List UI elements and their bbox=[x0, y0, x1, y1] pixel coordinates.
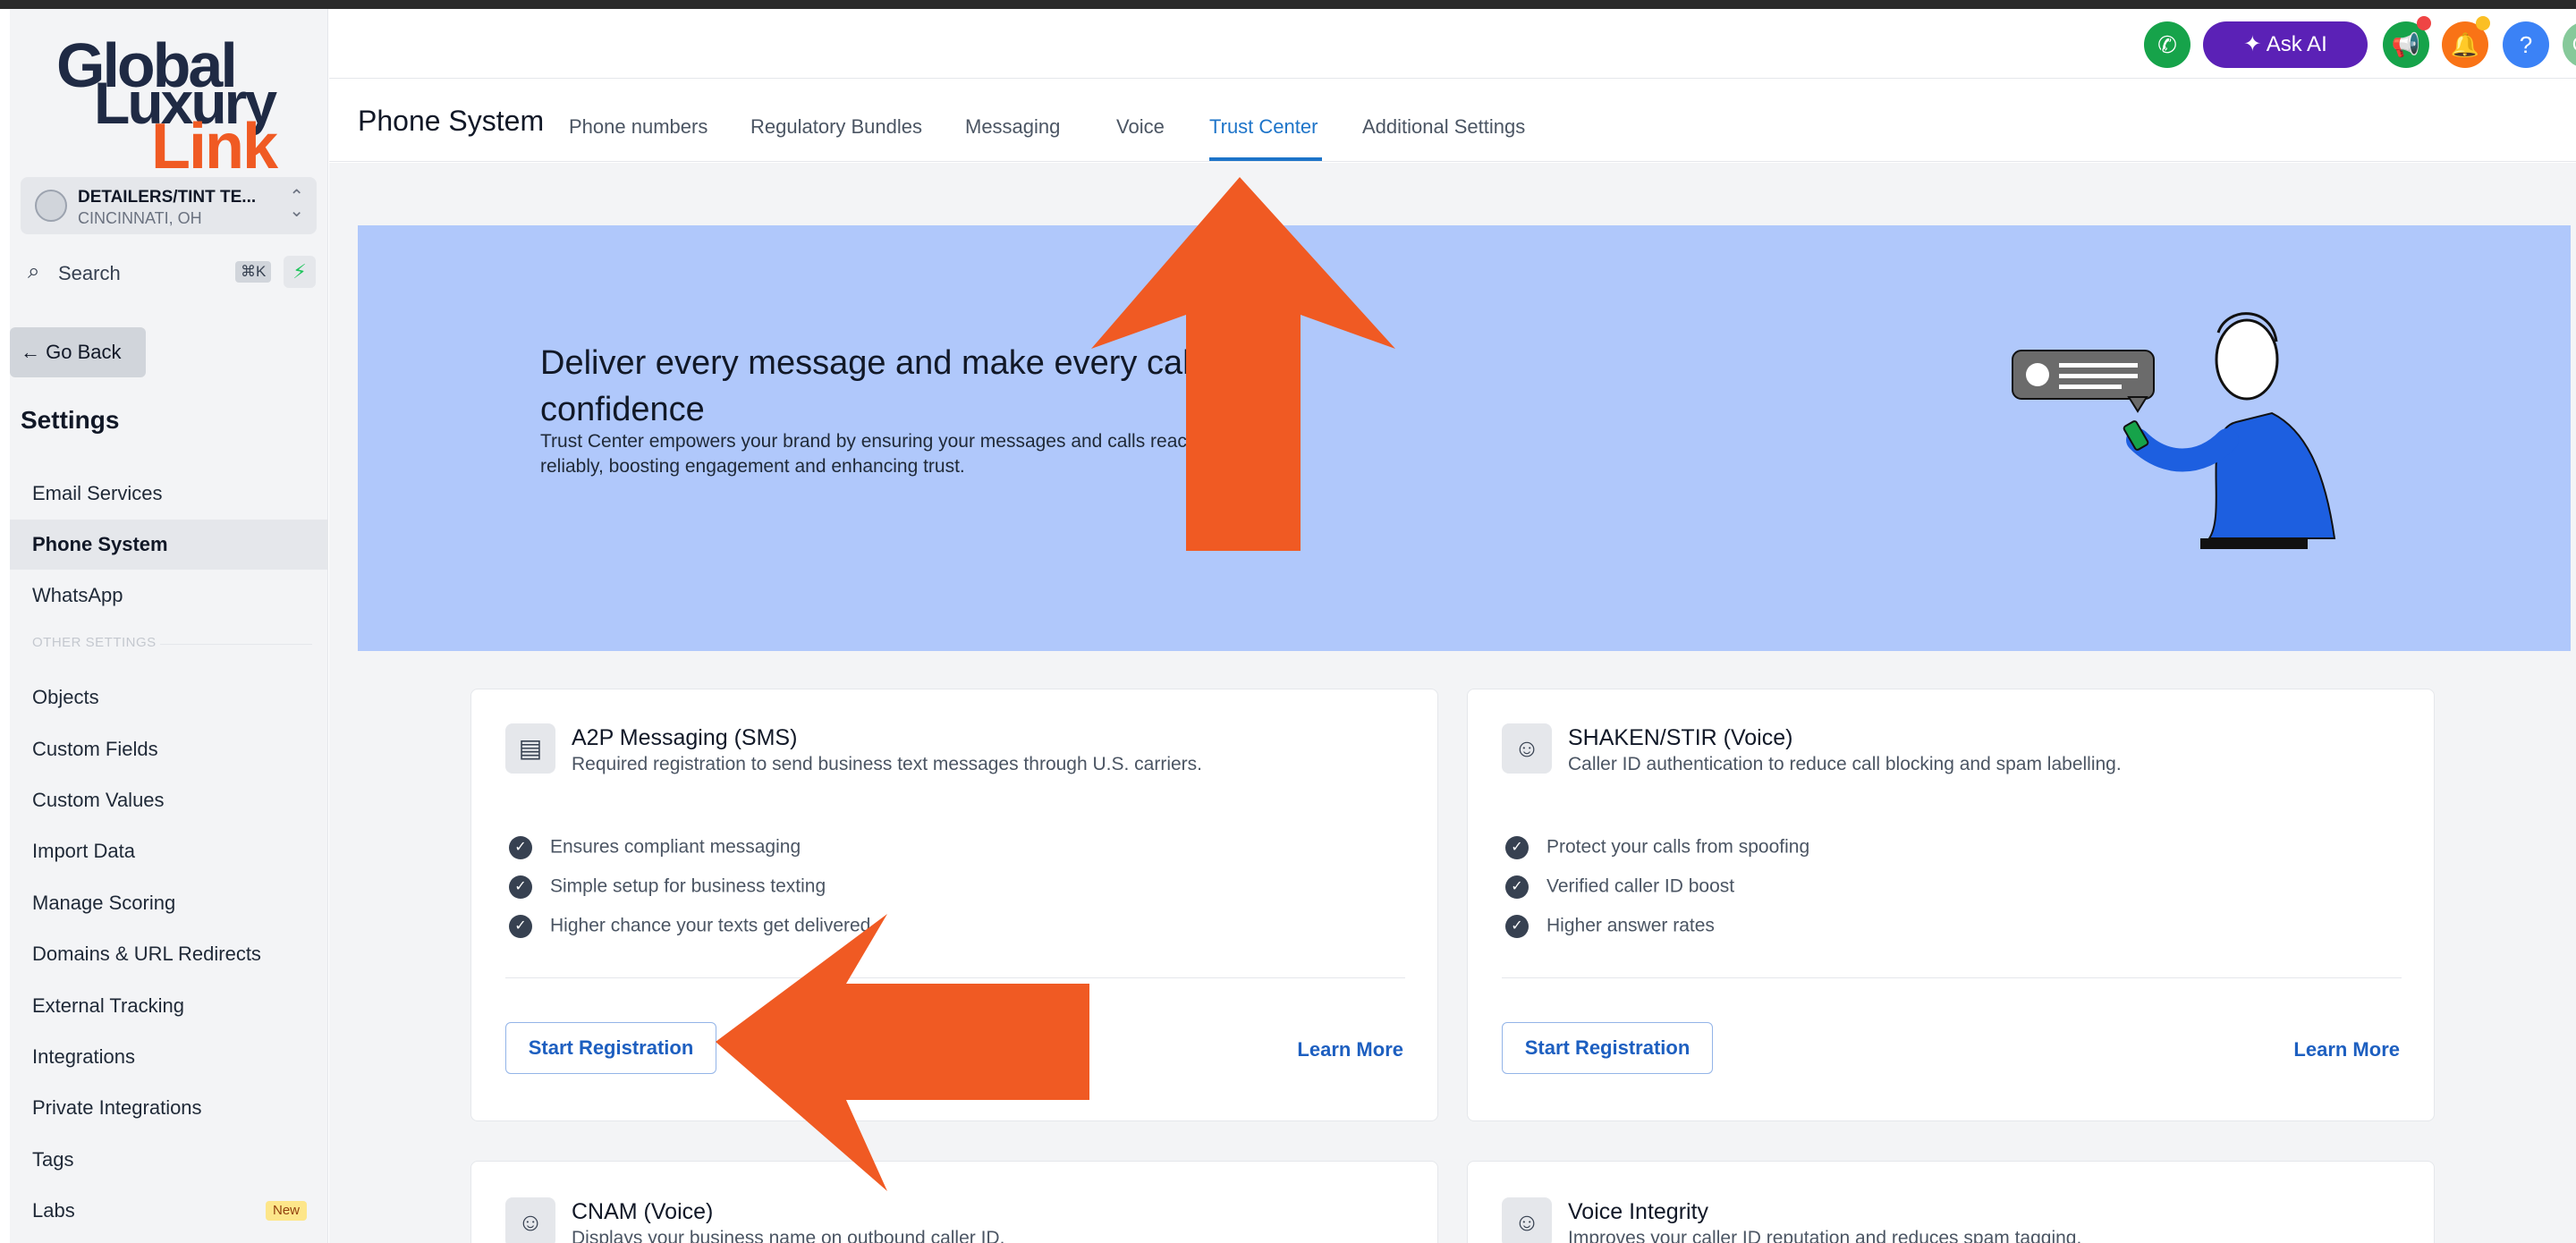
learn-more-link[interactable]: Learn More bbox=[1297, 1038, 1403, 1061]
voice-user-icon: ☺ bbox=[505, 1197, 555, 1243]
user-avatar[interactable]: CS bbox=[2563, 21, 2576, 68]
card-voice-integrity: ☺ Voice Integrity Improves your caller I… bbox=[1467, 1161, 2435, 1243]
sidebar-item-objects[interactable]: Objects bbox=[10, 672, 328, 723]
card-title: SHAKEN/STIR (Voice) bbox=[1568, 725, 1793, 750]
sidebar-item-domains[interactable]: Domains & URL Redirects bbox=[10, 929, 328, 979]
sidebar: Global Luxury Link DETAILERS/TINT TE... … bbox=[10, 9, 328, 1243]
phone-system-tabs: Phone System Phone numbers Regulatory Bu… bbox=[329, 80, 2576, 162]
tab-messaging[interactable]: Messaging bbox=[965, 115, 1060, 139]
quick-actions-bolt-icon[interactable]: ⚡ bbox=[284, 256, 316, 288]
card-title: CNAM (Voice) bbox=[572, 1199, 714, 1224]
sidebar-item-custom-values[interactable]: Custom Values bbox=[10, 775, 328, 825]
sidebar-item-labs[interactable]: Labs New bbox=[10, 1186, 328, 1236]
location-name: DETAILERS/TINT TE... bbox=[78, 188, 257, 207]
card-description: Caller ID authentication to reduce call … bbox=[1568, 754, 2122, 774]
learn-more-link[interactable]: Learn More bbox=[2293, 1038, 2400, 1061]
card-divider bbox=[505, 977, 1405, 978]
card-shaken-stir: ☺ SHAKEN/STIR (Voice) Caller ID authenti… bbox=[1467, 689, 2435, 1121]
sidebar-item-integrations[interactable]: Integrations bbox=[10, 1032, 328, 1082]
card-cnam: ☺ CNAM (Voice) Displays your business na… bbox=[470, 1161, 1438, 1243]
sidebar-item-phone-system[interactable]: Phone System bbox=[10, 520, 328, 570]
window-top-bar bbox=[0, 0, 2576, 9]
phone-icon[interactable]: ✆ bbox=[2144, 21, 2190, 68]
sidebar-item-custom-fields[interactable]: Custom Fields bbox=[10, 724, 328, 774]
person-message-illustration bbox=[2012, 312, 2336, 549]
help-icon[interactable]: ? bbox=[2503, 21, 2549, 68]
app-window: Global Luxury Link DETAILERS/TINT TE... … bbox=[10, 9, 2576, 1243]
start-registration-button[interactable]: Start Registration bbox=[505, 1022, 716, 1074]
card-description: Displays your business name on outbound … bbox=[572, 1228, 1005, 1243]
sidebar-item-tags[interactable]: Tags bbox=[10, 1135, 328, 1185]
feature-item: ✓ Simple setup for business texting bbox=[509, 875, 826, 899]
feature-item: ✓ Ensures compliant messaging bbox=[509, 836, 801, 859]
sidebar-item-external-tracking[interactable]: External Tracking bbox=[10, 981, 328, 1031]
feature-item: ✓ Protect your calls from spoofing bbox=[1505, 836, 1809, 859]
new-badge: New bbox=[265, 1201, 307, 1221]
sidebar-item-private-integrations[interactable]: Private Integrations bbox=[10, 1083, 328, 1133]
hero-banner: Deliver every message and make every cal… bbox=[358, 225, 2571, 651]
brand-logo[interactable]: Global Luxury Link bbox=[56, 27, 298, 179]
card-title: A2P Messaging (SMS) bbox=[572, 725, 798, 750]
sidebar-item-manage-scoring[interactable]: Manage Scoring bbox=[10, 878, 328, 928]
sidebar-item-labs-label: Labs bbox=[32, 1199, 75, 1222]
go-back-button[interactable]: ← Go Back bbox=[10, 327, 146, 377]
voice-user-icon: ☺ bbox=[1502, 723, 1552, 774]
section-divider bbox=[160, 644, 312, 645]
voice-user-icon: ☺ bbox=[1502, 1197, 1552, 1243]
ask-ai-button[interactable]: ✦ Ask AI bbox=[2203, 21, 2368, 68]
tab-trust-center[interactable]: Trust Center bbox=[1209, 115, 1318, 139]
bell-dot bbox=[2476, 16, 2490, 30]
check-circle-icon: ✓ bbox=[1505, 875, 1529, 899]
search-shortcut: ⌘K bbox=[235, 261, 272, 283]
logo-line-3: Link bbox=[151, 111, 278, 182]
card-divider bbox=[1502, 977, 2402, 978]
notification-dot bbox=[2417, 16, 2431, 30]
feature-item: ✓ Verified caller ID boost bbox=[1505, 875, 1734, 899]
page-title: Phone System bbox=[358, 105, 545, 137]
other-settings-section-label: OTHER SETTINGS bbox=[32, 635, 157, 650]
check-circle-icon: ✓ bbox=[1505, 915, 1529, 938]
trust-center-content: Deliver every message and make every cal… bbox=[329, 163, 2576, 1243]
location-avatar-icon bbox=[35, 190, 67, 222]
tab-additional-settings[interactable]: Additional Settings bbox=[1362, 115, 1525, 139]
active-tab-indicator bbox=[1209, 157, 1322, 161]
card-description: Improves your caller ID reputation and r… bbox=[1568, 1228, 2082, 1243]
hero-title: Deliver every message and make every cal… bbox=[540, 344, 1268, 428]
location-switcher[interactable]: DETAILERS/TINT TE... CINCINNATI, OH ⌃ ⌄ bbox=[21, 177, 317, 234]
search-label: Search bbox=[58, 262, 121, 284]
tab-regulatory-bundles[interactable]: Regulatory Bundles bbox=[750, 115, 922, 139]
search-icon: ⌕ bbox=[28, 259, 40, 283]
sidebar-item-import-data[interactable]: Import Data bbox=[10, 826, 328, 876]
start-registration-button[interactable]: Start Registration bbox=[1502, 1022, 1713, 1074]
card-title: Voice Integrity bbox=[1568, 1199, 1709, 1224]
top-header: ✆ ✦ Ask AI 📢 🔔 ? CS bbox=[329, 9, 2576, 79]
check-circle-icon: ✓ bbox=[509, 875, 532, 899]
chat-icon: ▤ bbox=[505, 723, 555, 774]
hero-description: Trust Center empowers your brand by ensu… bbox=[540, 431, 1290, 477]
sidebar-item-whatsapp[interactable]: WhatsApp bbox=[10, 571, 328, 621]
check-circle-icon: ✓ bbox=[1505, 836, 1529, 859]
check-circle-icon: ✓ bbox=[509, 915, 532, 938]
tab-phone-numbers[interactable]: Phone numbers bbox=[569, 115, 708, 139]
feature-item: ✓ Higher chance your texts get delivered bbox=[509, 915, 870, 938]
chevron-up-down-icon: ⌃ ⌄ bbox=[289, 187, 304, 221]
card-a2p-messaging: ▤ A2P Messaging (SMS) Required registrat… bbox=[470, 689, 1438, 1121]
settings-title: Settings bbox=[21, 406, 120, 434]
feature-item: ✓ Higher answer rates bbox=[1505, 915, 1715, 938]
tab-voice[interactable]: Voice bbox=[1116, 115, 1165, 139]
card-description: Required registration to send business t… bbox=[572, 754, 1203, 774]
sidebar-item-email-services[interactable]: Email Services bbox=[10, 469, 328, 519]
location-city: CINCINNATI, OH bbox=[78, 209, 202, 227]
search-input[interactable]: ⌕ Search ⌘K bbox=[22, 256, 273, 288]
check-circle-icon: ✓ bbox=[509, 836, 532, 859]
